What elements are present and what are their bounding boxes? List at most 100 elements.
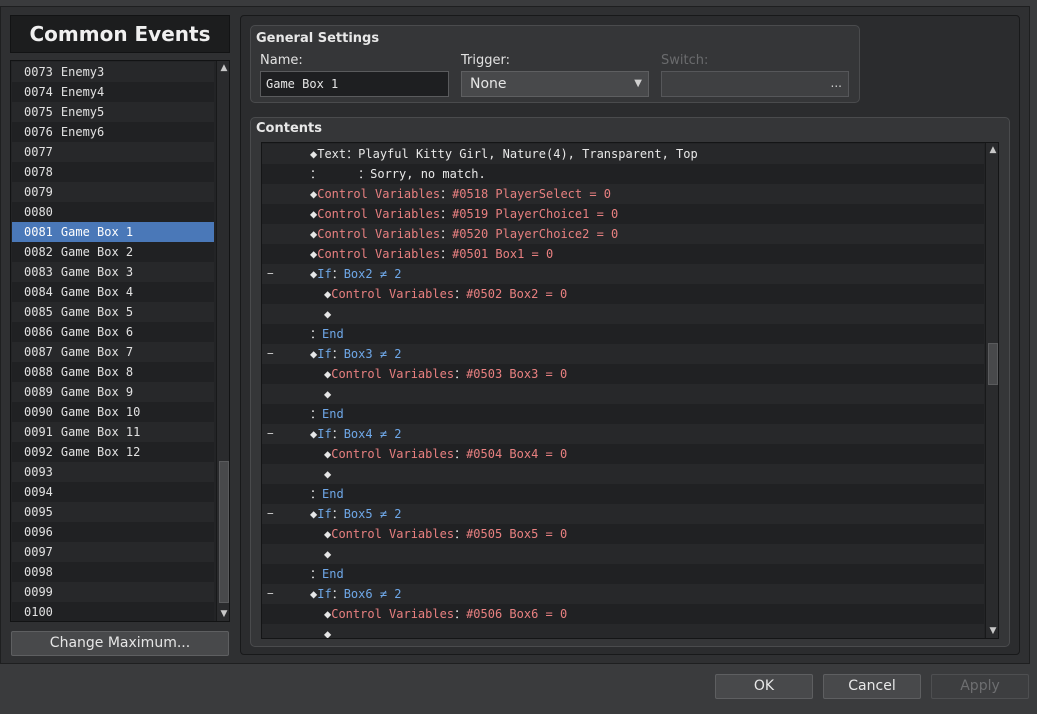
event-list-item[interactable]: 0093 (12, 462, 214, 482)
ok-button[interactable]: OK (715, 674, 813, 699)
event-list-item[interactable]: 0096 (12, 522, 214, 542)
event-list-item[interactable]: 0098 (12, 562, 214, 582)
command-row[interactable]: ◆Control Variables：#0506 Box6 = 0 (262, 604, 984, 624)
command-row[interactable]: ◆Control Variables：#0502 Box2 = 0 (262, 284, 984, 304)
event-list-item[interactable]: 0090 Game Box 10 (12, 402, 214, 422)
command-text: ◆ (324, 464, 331, 484)
command-row[interactable]: ：End (262, 484, 984, 504)
command-diamond-icon: ◆ (324, 547, 332, 561)
list-scroll-thumb[interactable] (219, 461, 229, 603)
event-name: Game Box 5 (60, 305, 134, 319)
apply-button[interactable]: Apply (931, 674, 1029, 699)
event-list-item[interactable]: 0076 Enemy6 (12, 122, 214, 142)
event-list-item[interactable]: 0080 (12, 202, 214, 222)
event-list-item[interactable]: 0084 Game Box 4 (12, 282, 214, 302)
scroll-up-icon[interactable]: ▲ (217, 61, 229, 75)
cancel-button[interactable]: Cancel (823, 674, 921, 699)
event-list-item[interactable]: 0077 (12, 142, 214, 162)
command-row[interactable]: ◆ (262, 624, 984, 638)
scroll-down-icon[interactable]: ▼ (986, 624, 998, 638)
event-list-item[interactable]: 0097 (12, 542, 214, 562)
command-row[interactable]: ◆Control Variables：#0504 Box4 = 0 (262, 444, 984, 464)
command-row[interactable]: − ◆If：Box4 ≠ 2 (262, 424, 984, 444)
common-events-list[interactable]: 0073 Enemy3 0074 Enemy4 0075 Enemy5 0076 Enemy6… (10, 60, 230, 622)
collapse-icon[interactable]: − (267, 344, 277, 364)
command-scroll-thumb[interactable] (988, 343, 998, 385)
command-row[interactable]: ：End (262, 564, 984, 584)
name-input[interactable]: Game Box 1 (260, 71, 449, 97)
switch-field: ... (661, 71, 849, 97)
collapse-icon[interactable]: − (267, 424, 277, 444)
event-list-item[interactable]: 0081 Game Box 1 (12, 222, 214, 242)
command-row[interactable]: ： ：Sorry, no match. (262, 164, 984, 184)
event-list-item[interactable]: 0085 Game Box 5 (12, 302, 214, 322)
command-segment: ： (331, 587, 344, 601)
command-row[interactable]: ◆Control Variables：#0519 PlayerChoice1 =… (262, 204, 984, 224)
command-row[interactable]: ◆Control Variables：#0518 PlayerSelect = … (262, 184, 984, 204)
command-segment: #0502 Box2 = 0 (466, 287, 568, 301)
event-list-item[interactable]: 0074 Enemy4 (12, 82, 214, 102)
event-id: 0081 (24, 225, 53, 239)
event-list-item[interactable]: 0094 (12, 482, 214, 502)
event-id: 0077 (24, 145, 53, 159)
collapse-icon[interactable]: − (267, 584, 277, 604)
event-list-item[interactable]: 0082 Game Box 2 (12, 242, 214, 262)
command-row[interactable]: ◆ (262, 464, 984, 484)
command-segment: ： ： (310, 167, 371, 181)
contents-title: Contents (256, 121, 322, 136)
command-row[interactable]: − ◆If：Box6 ≠ 2 (262, 584, 984, 604)
switch-browse-button[interactable]: ... (831, 76, 842, 90)
event-list-item[interactable]: 0075 Enemy5 (12, 102, 214, 122)
command-text: ◆Control Variables：#0520 PlayerChoice2 =… (310, 224, 618, 244)
scroll-up-icon[interactable]: ▲ (986, 143, 998, 157)
command-segment: ： (454, 367, 467, 381)
event-list-item[interactable]: 0099 (12, 582, 214, 602)
command-row[interactable]: ◆Control Variables：#0503 Box3 = 0 (262, 364, 984, 384)
command-list[interactable]: ◆Text：Playful Kitty Girl, Nature(4), Tra… (261, 142, 999, 639)
general-settings-title: General Settings (256, 31, 380, 46)
event-list-item[interactable]: 0079 (12, 182, 214, 202)
command-row[interactable]: − ◆If：Box3 ≠ 2 (262, 344, 984, 364)
event-list-item[interactable]: 0086 Game Box 6 (12, 322, 214, 342)
event-list-item[interactable]: 0088 Game Box 8 (12, 362, 214, 382)
command-segment: If (317, 587, 332, 601)
event-list-item[interactable]: 0095 (12, 502, 214, 522)
event-list-item[interactable]: 0100 (12, 602, 214, 621)
event-list-item[interactable]: 0092 Game Box 12 (12, 442, 214, 462)
event-id: 0095 (24, 505, 53, 519)
command-row[interactable]: ◆Control Variables：#0505 Box5 = 0 (262, 524, 984, 544)
command-row[interactable]: − ◆If：Box2 ≠ 2 (262, 264, 984, 284)
command-segment: Control Variables (331, 367, 455, 381)
change-maximum-button[interactable]: Change Maximum... (11, 631, 229, 656)
command-row[interactable]: ◆Control Variables：#0520 PlayerChoice2 =… (262, 224, 984, 244)
command-row[interactable]: ◆ (262, 304, 984, 324)
command-row[interactable]: ：End (262, 324, 984, 344)
event-list-item[interactable]: 0073 Enemy3 (12, 62, 214, 82)
command-scrollbar[interactable]: ▲ ▼ (985, 143, 998, 638)
scroll-down-icon[interactable]: ▼ (217, 607, 229, 621)
event-list-item[interactable]: 0089 Game Box 9 (12, 382, 214, 402)
command-text: ◆If：Box6 ≠ 2 (310, 584, 402, 604)
event-list-item[interactable]: 0083 Game Box 3 (12, 262, 214, 282)
collapse-icon[interactable]: − (267, 504, 277, 524)
list-scrollbar[interactable]: ▲ ▼ (216, 61, 229, 621)
command-row[interactable]: ◆ (262, 544, 984, 564)
command-row[interactable]: ：End (262, 404, 984, 424)
command-text: ◆If：Box4 ≠ 2 (310, 424, 402, 444)
command-row[interactable]: ◆Text：Playful Kitty Girl, Nature(4), Tra… (262, 144, 984, 164)
command-text: ◆Control Variables：#0505 Box5 = 0 (324, 524, 567, 544)
command-row[interactable]: ◆Control Variables：#0501 Box1 = 0 (262, 244, 984, 264)
command-text: ◆Control Variables：#0519 PlayerChoice1 =… (310, 204, 618, 224)
trigger-select[interactable]: None ▼ (461, 71, 649, 97)
event-list-item[interactable]: 0078 (12, 162, 214, 182)
command-row[interactable]: − ◆If：Box5 ≠ 2 (262, 504, 984, 524)
command-segment: Control Variables (331, 527, 455, 541)
command-diamond-icon: ◆ (324, 387, 332, 401)
event-id: 0080 (24, 205, 53, 219)
command-row[interactable]: ◆ (262, 384, 984, 404)
collapse-icon[interactable]: − (267, 264, 277, 284)
event-list-item[interactable]: 0087 Game Box 7 (12, 342, 214, 362)
event-list-item[interactable]: 0091 Game Box 11 (12, 422, 214, 442)
command-segment: If (317, 347, 332, 361)
command-text: ：End (310, 484, 344, 504)
